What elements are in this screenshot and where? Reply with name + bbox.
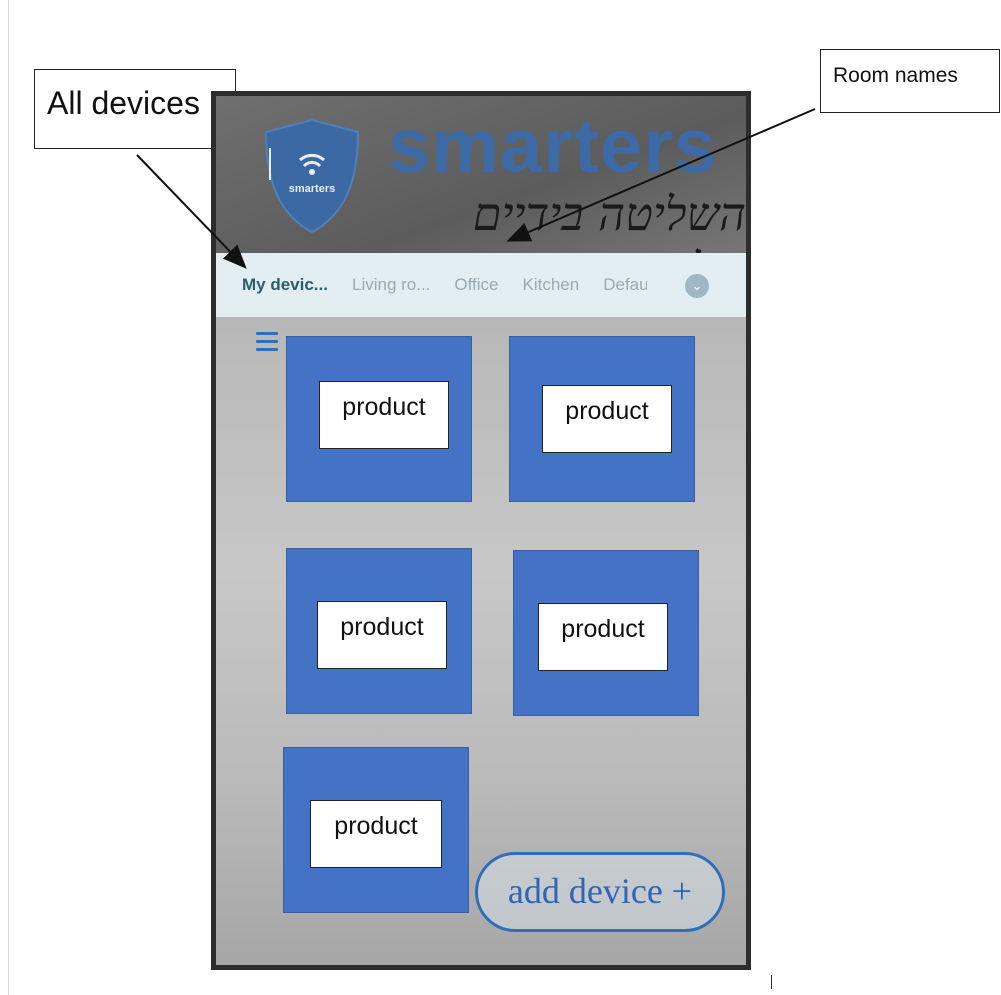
all-devices-callout: All devices xyxy=(34,69,236,149)
product-label: product xyxy=(542,385,672,453)
tab-my-devices[interactable]: My devic... xyxy=(242,275,328,295)
product-label: product xyxy=(317,601,447,669)
tab-kitchen[interactable]: Kitchen xyxy=(523,275,580,295)
product-label: product xyxy=(538,603,668,671)
shield-logo-icon: smarters xyxy=(264,118,360,234)
tab-living-room[interactable]: Living ro... xyxy=(352,275,430,295)
hamburger-menu-icon[interactable] xyxy=(256,332,278,352)
text-cursor xyxy=(771,975,772,989)
room-names-callout: Room names xyxy=(820,49,1000,113)
room-tabs: My devic... Living ro... Office Kitchen … xyxy=(216,253,746,317)
brand-name: smarters xyxy=(388,104,718,189)
page-margin-line xyxy=(8,0,9,995)
add-device-button[interactable]: add device + xyxy=(475,852,725,932)
app-header: smarters smarters השליטה בידיים שלך xyxy=(216,96,746,297)
phone-screen: smarters smarters השליטה בידיים שלך My d… xyxy=(211,91,751,970)
tab-default[interactable]: Defau xyxy=(603,275,647,295)
product-tile[interactable]: product xyxy=(286,336,472,502)
product-tile[interactable]: product xyxy=(283,747,469,913)
product-label: product xyxy=(310,800,442,868)
product-tile[interactable]: product xyxy=(513,550,699,716)
product-tile[interactable]: product xyxy=(509,336,695,502)
chevron-down-icon[interactable]: ⌄ xyxy=(685,274,709,298)
shield-logo-text: smarters xyxy=(289,183,335,195)
tab-office[interactable]: Office xyxy=(454,275,498,295)
product-label: product xyxy=(319,381,449,449)
product-tile[interactable]: product xyxy=(286,548,472,714)
